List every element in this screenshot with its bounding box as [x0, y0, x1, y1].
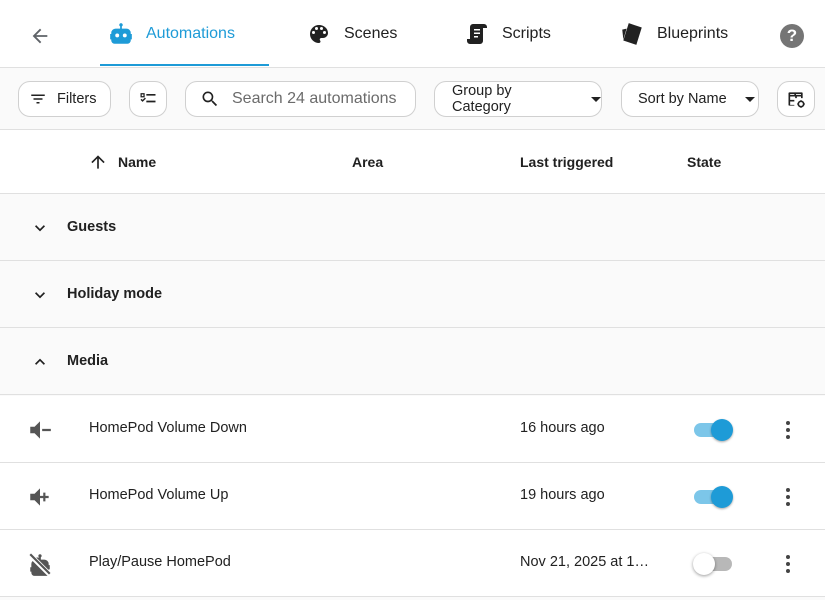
group-header-guests[interactable]: Guests — [0, 194, 825, 261]
sort-by-dropdown[interactable]: Sort by Name — [621, 81, 759, 117]
selection-mode-button[interactable] — [129, 81, 167, 117]
robot-off-icon — [29, 553, 51, 576]
table-row[interactable]: Play/Pause HomePod Nov 21, 2025 at 14:… — [0, 530, 825, 597]
column-header-state[interactable]: State — [687, 130, 721, 193]
tab-bar: Automations Scenes Scripts Blueprints ? — [0, 0, 825, 68]
group-label: Media — [67, 353, 109, 369]
search-icon — [202, 91, 218, 107]
chevron-down-icon — [35, 292, 45, 299]
last-triggered: 16 hours ago — [520, 420, 605, 436]
filters-button[interactable]: Filters — [18, 81, 111, 117]
overflow-menu-button[interactable] — [776, 416, 800, 444]
table-row[interactable]: HomePod Volume Down 16 hours ago — [0, 396, 825, 463]
sort-by-label: Sort by Name — [638, 91, 727, 107]
column-name-label: Name — [118, 153, 157, 170]
tab-scenes-label: Scenes — [344, 24, 398, 42]
robot-icon — [108, 21, 134, 47]
active-tab-indicator — [100, 64, 269, 66]
arrow-up-icon — [91, 154, 105, 169]
tab-scripts[interactable]: Scripts — [464, 0, 551, 67]
arrow-left-icon — [32, 28, 48, 44]
column-header-area[interactable]: Area — [352, 130, 383, 193]
search-input[interactable] — [232, 90, 412, 108]
tab-scenes[interactable]: Scenes — [306, 0, 397, 67]
group-by-dropdown[interactable]: Group by Category — [434, 81, 602, 117]
blueprint-icon — [619, 21, 645, 47]
filter-icon — [31, 94, 45, 104]
tab-automations-label: Automations — [146, 24, 235, 42]
tab-blueprints-label: Blueprints — [657, 24, 729, 42]
tab-scripts-label: Scripts — [502, 24, 551, 42]
tab-blueprints[interactable]: Blueprints — [619, 0, 728, 67]
automation-name: HomePod Volume Down — [89, 420, 247, 436]
enabled-toggle[interactable] — [692, 418, 734, 442]
automation-name: HomePod Volume Up — [89, 487, 229, 503]
column-header-last-triggered[interactable]: Last triggered — [520, 130, 613, 193]
last-triggered: Nov 21, 2025 at 14:… — [520, 554, 654, 570]
table-row[interactable]: HomePod Volume Up 19 hours ago — [0, 463, 825, 530]
volume-plus-icon — [30, 488, 49, 506]
toolbar: Filters Group by Category Sort by Name — [0, 68, 825, 130]
script-icon — [464, 21, 490, 47]
overflow-menu-button[interactable] — [776, 483, 800, 511]
help-button[interactable]: ? — [780, 24, 804, 48]
column-last-triggered-label: Last triggered — [520, 153, 614, 170]
volume-minus-icon — [30, 421, 51, 439]
enabled-toggle[interactable] — [692, 552, 734, 576]
table-header: Name Area Last triggered State — [0, 130, 825, 194]
table-settings-button[interactable] — [777, 81, 815, 117]
last-triggered: 19 hours ago — [520, 487, 605, 503]
caret-down-icon — [591, 96, 601, 102]
overflow-menu-button[interactable] — [776, 550, 800, 578]
group-header-media[interactable]: Media — [0, 328, 825, 395]
table-cog-icon — [788, 92, 805, 108]
caret-down-icon — [744, 96, 755, 102]
help-icon: ? — [786, 26, 798, 45]
enabled-toggle[interactable] — [692, 485, 734, 509]
tab-automations[interactable]: Automations — [108, 0, 235, 67]
group-by-label: Group by Category — [452, 83, 512, 115]
chevron-down-icon — [35, 225, 45, 232]
back-button[interactable] — [24, 20, 56, 52]
search-field[interactable] — [185, 81, 416, 117]
column-state-label: State — [687, 153, 722, 170]
filters-label: Filters — [57, 91, 97, 107]
palette-icon — [306, 21, 332, 47]
group-header-holiday-mode[interactable]: Holiday mode — [0, 261, 825, 328]
group-label: Holiday mode — [67, 286, 163, 302]
checklist-icon — [140, 93, 156, 103]
group-label: Guests — [67, 219, 117, 235]
chevron-up-icon — [35, 358, 45, 365]
column-area-label: Area — [352, 153, 384, 170]
column-header-name[interactable]: Name — [88, 130, 156, 193]
automation-name: Play/Pause HomePod — [89, 554, 231, 570]
